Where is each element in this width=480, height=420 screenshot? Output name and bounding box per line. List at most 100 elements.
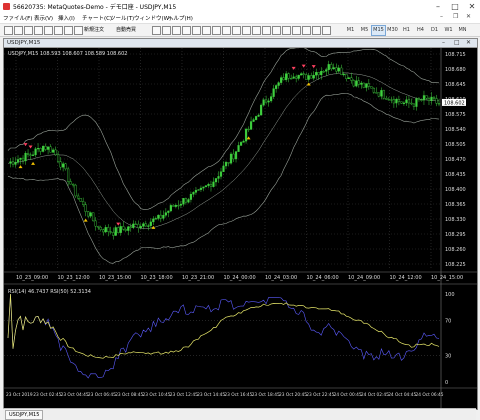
candle-body [437, 103, 441, 105]
candle-body [19, 157, 22, 160]
candle-body [285, 73, 288, 81]
child-restore-button[interactable]: ❐ [453, 13, 458, 20]
candle-body [427, 97, 431, 101]
label-icon[interactable] [312, 26, 321, 35]
menu-chart[interactable]: チャート(C) [82, 14, 112, 22]
candle-body [355, 80, 358, 87]
candle-body [217, 176, 220, 179]
zoom-out-icon[interactable] [202, 26, 211, 35]
bottom-time-label: 24 Oct 02:45 [361, 392, 389, 398]
candle-body [109, 231, 112, 233]
trendline-icon[interactable] [272, 26, 281, 35]
profiles-icon[interactable] [14, 26, 23, 35]
candle-body [144, 223, 147, 227]
candle-body [340, 67, 343, 75]
child-close-button[interactable]: ✕ [466, 13, 471, 20]
auto-trading-button[interactable]: 自動売買 [116, 26, 150, 34]
menu-tools[interactable]: ツール(T) [110, 14, 134, 22]
crosshair-icon[interactable] [74, 26, 83, 35]
candle-body [297, 74, 300, 79]
new-chart-icon[interactable] [4, 26, 13, 35]
autoscroll-icon[interactable] [182, 26, 191, 35]
timeframe-m5[interactable]: M5 [357, 25, 372, 36]
menu-view[interactable]: 表示(V) [34, 14, 53, 22]
candle-body [360, 82, 363, 85]
menu-window[interactable]: ウィンドウ(W) [134, 14, 171, 22]
timeframe-d1[interactable]: D1 [427, 25, 442, 36]
menu-help[interactable]: ヘルプ(H) [168, 14, 193, 22]
candle-body [207, 184, 210, 186]
time-label: 10_23_12:00 [58, 275, 90, 281]
candle-body [182, 198, 185, 205]
chart-maximize-button[interactable]: □ [454, 39, 460, 47]
menu-insert[interactable]: 挿入(I) [58, 14, 75, 22]
timeframe-w1[interactable]: W1 [441, 25, 456, 36]
candle-body [380, 90, 383, 97]
market-watch-icon[interactable] [24, 26, 33, 35]
candle-body [119, 226, 122, 233]
indicators-icon[interactable] [222, 26, 231, 35]
vline-icon[interactable] [262, 26, 271, 35]
timeframe-h1[interactable]: H1 [399, 25, 414, 36]
menu-bar: ファイル(F) 表示(V) 挿入(I) チャート(C) ツール(T) ウィンドウ… [0, 13, 480, 23]
candle-body [292, 76, 295, 79]
candle-body [24, 152, 27, 162]
channel-icon[interactable] [282, 26, 291, 35]
candle-body [435, 98, 438, 104]
candle-body [264, 99, 268, 103]
candle-body [272, 88, 275, 97]
price-label: 108.680 [445, 67, 466, 73]
timeframe-mn[interactable]: MN [455, 25, 470, 36]
chart-shift-icon[interactable] [172, 26, 181, 35]
candle-body [307, 75, 310, 80]
rsi-level-label: 30 [445, 354, 451, 360]
candle-body [184, 198, 188, 203]
new-order-button[interactable]: 新規注文 [84, 26, 114, 34]
zoom-in-icon[interactable] [192, 26, 201, 35]
candle-body [36, 148, 40, 150]
navigator-icon[interactable] [44, 26, 53, 35]
time-label: 10_24_09:00 [348, 275, 380, 281]
child-minimize-button[interactable]: – [440, 13, 443, 20]
close-button[interactable]: ✕ [464, 1, 480, 12]
buy-icon[interactable] [152, 26, 161, 35]
menu-file[interactable]: ファイル(F) [3, 14, 32, 22]
arrow-icon[interactable] [322, 26, 331, 35]
chart-minimize-button[interactable]: – [442, 39, 445, 47]
timeframe-h4[interactable]: H4 [413, 25, 428, 36]
data-window-icon[interactable] [34, 26, 43, 35]
chart-window[interactable]: USDJPY,M15 – □ ✕ 108.715 108.680 108.645 10… [3, 38, 478, 410]
candle-body [342, 73, 345, 76]
hline-icon[interactable] [252, 26, 261, 35]
candle-body [327, 64, 330, 70]
rsi-info: RSI(14) 46.7437 RSI(50) 52.3134 [8, 289, 91, 295]
candle-body [69, 181, 72, 185]
minimize-button[interactable]: – [430, 1, 446, 12]
candle-body [132, 223, 135, 228]
price-label: 108.540 [445, 127, 466, 133]
candle-body [147, 225, 150, 227]
sell-icon[interactable] [162, 26, 171, 35]
chart-canvas[interactable]: 108.715108.680108.645108.610108.575108.5… [4, 48, 477, 409]
tester-icon[interactable] [64, 26, 73, 35]
timeframe-m1[interactable]: M1 [343, 25, 358, 36]
candle-body [137, 223, 140, 229]
timeframe-m15[interactable]: M15 [371, 25, 386, 36]
text-icon[interactable] [302, 26, 311, 35]
candle-body [159, 214, 162, 219]
candle-body [11, 161, 15, 165]
chart-close-button[interactable]: ✕ [466, 39, 471, 47]
candle-body [54, 149, 57, 156]
bottom-time-label: 23 Oct 06:45 [88, 392, 116, 398]
templates-icon[interactable] [232, 26, 241, 35]
candle-body [29, 154, 32, 156]
fibo-icon[interactable] [292, 26, 301, 35]
terminal-icon[interactable] [54, 26, 63, 35]
price-label: 108.575 [445, 112, 466, 118]
candle-body [302, 73, 305, 75]
maximize-button[interactable]: □ [447, 1, 463, 12]
timeframe-m30[interactable]: M30 [385, 25, 400, 36]
line-icon[interactable] [242, 26, 251, 35]
candle-body [270, 96, 273, 102]
tile-windows-icon[interactable] [212, 26, 221, 35]
